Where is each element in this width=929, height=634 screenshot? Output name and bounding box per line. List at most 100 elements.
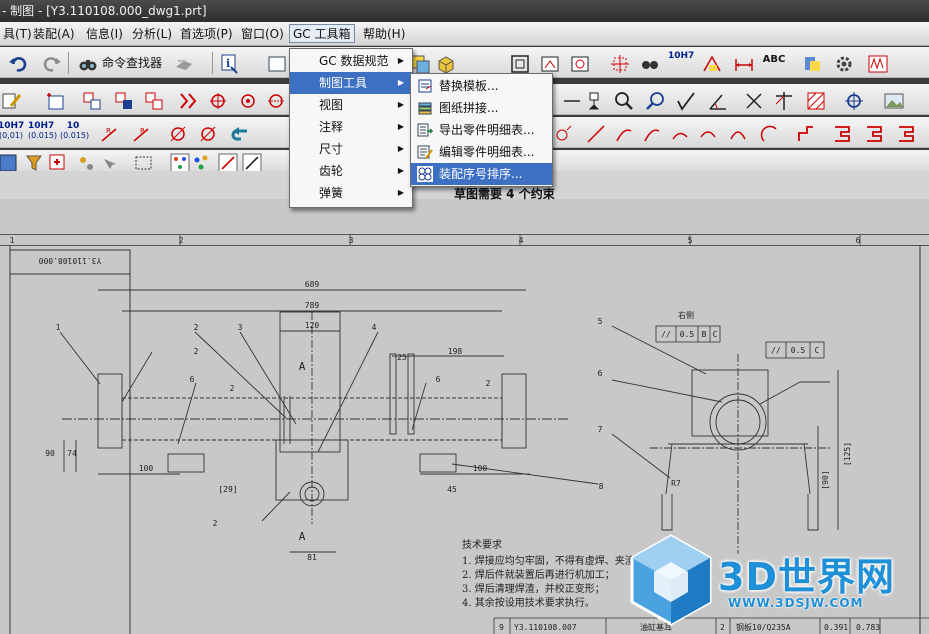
abc-label-icon[interactable]: ABC: [761, 55, 787, 77]
diameter-icon[interactable]: [166, 122, 188, 144]
gc-menu-dimension[interactable]: 尺寸 ▶: [290, 138, 412, 160]
rotate-cursor-icon[interactable]: [98, 151, 120, 173]
tolerance-label-1-icon[interactable]: 10H7 (0,01): [0, 121, 24, 145]
view-frame-icon[interactable]: [538, 52, 560, 74]
circle-center-icon[interactable]: [206, 89, 228, 111]
submenu-arrow-icon: ▶: [397, 144, 404, 153]
info-object-icon[interactable]: i: [218, 52, 240, 74]
window-title: - 制图 - [Y3.110108.000_dwg1.prt]: [2, 4, 207, 18]
arc-dimension-3-icon[interactable]: [668, 122, 690, 144]
menu-analysis[interactable]: 分析(L): [129, 25, 175, 44]
fit-label-icon[interactable]: 10H7: [668, 51, 694, 75]
radius-leader-icon[interactable]: R: [130, 122, 152, 144]
title-row-material: 钢板10/Q235A: [736, 622, 791, 632]
symmetric-center-icon[interactable]: [264, 89, 286, 111]
datum-feature-icon[interactable]: [582, 89, 604, 111]
arc-dimension-2-icon[interactable]: [640, 122, 662, 144]
section-frame-icon[interactable]: [568, 52, 590, 74]
menu-window[interactable]: 窗口(O): [238, 25, 287, 44]
ordinate-dimension-3-icon[interactable]: [862, 122, 884, 144]
dim-74: 74: [67, 449, 77, 458]
diameter-leader-icon[interactable]: [196, 122, 218, 144]
end-point-icon[interactable]: [216, 151, 238, 173]
submenu-replace-template[interactable]: 替换模板...: [411, 75, 552, 97]
submenu-balloon-sort-label: 装配序号排序...: [439, 167, 523, 181]
undo-icon[interactable]: [6, 52, 28, 74]
centerline-icon[interactable]: [608, 52, 630, 74]
menu-assemblies[interactable]: 装配(A): [30, 25, 78, 44]
gc-menu-gear[interactable]: 齿轮 ▶: [290, 160, 412, 182]
submenu-balloon-sort[interactable]: 装配序号排序...: [411, 163, 552, 185]
snap-grid-icon[interactable]: [168, 151, 190, 173]
select-mode-icon[interactable]: [0, 151, 18, 173]
mid-point-icon[interactable]: [240, 151, 262, 173]
balloon-8: 8: [599, 482, 604, 491]
target-point-icon[interactable]: [842, 89, 864, 111]
gear-icon[interactable]: [832, 52, 854, 74]
gc-menu-drafting-tools[interactable]: 制图工具 ▶: [290, 72, 412, 94]
gc-menu-spring[interactable]: 弹簧 ▶: [290, 182, 412, 204]
menu-help[interactable]: 帮助(H): [360, 25, 408, 44]
submenu-edit-parts-list[interactable]: 编辑零件明细表...: [411, 141, 552, 163]
fillet-dimension-icon[interactable]: [552, 122, 574, 144]
drawing-view-icon[interactable]: [265, 52, 287, 74]
smart-select-icon[interactable]: [172, 52, 194, 74]
bolt-circle-icon[interactable]: [236, 89, 258, 111]
edit-note-icon[interactable]: [0, 89, 22, 111]
submenu-export-parts-list[interactable]: 导出零件明细表...: [411, 119, 552, 141]
ordinate-dimension-2-icon[interactable]: [830, 122, 852, 144]
dimension-linear-icon[interactable]: [732, 52, 754, 74]
menu-gc-toolbox[interactable]: GC 工具箱: [289, 24, 355, 43]
selection-scope-icon[interactable]: [46, 151, 68, 173]
intersection-symbol-icon[interactable]: [772, 89, 794, 111]
gc-menu-data-standard[interactable]: GC 数据规范 ▶: [290, 50, 412, 72]
break-view-icon[interactable]: [176, 89, 198, 111]
dim-789: 789: [305, 301, 320, 310]
menu-information[interactable]: 信息(I): [83, 25, 126, 44]
hatch-icon[interactable]: [804, 89, 826, 111]
zoom-icon[interactable]: [612, 89, 634, 111]
datum-target-icon[interactable]: [560, 89, 582, 111]
menu-preferences[interactable]: 首选项(P): [177, 25, 236, 44]
submenu-sheet-join[interactable]: 图纸拼接...: [411, 97, 552, 119]
image-icon[interactable]: [882, 89, 904, 111]
filter-icon[interactable]: [22, 151, 44, 173]
weld-label-2d: 2: [213, 519, 218, 528]
chamfer-dimension-icon[interactable]: [584, 122, 606, 144]
feature-search-icon[interactable]: [644, 89, 666, 111]
arc-dimension-1-icon[interactable]: [612, 122, 634, 144]
gc-menu-annotation[interactable]: 注释 ▶: [290, 116, 412, 138]
binoculars-icon[interactable]: [76, 52, 98, 74]
arc-dimension-4-icon[interactable]: [696, 122, 718, 144]
drawing-sheet[interactable]: 1 2 3 4 5 6 Y3.110108.000 689 789 120 19…: [0, 234, 929, 634]
view-cube-icon[interactable]: [434, 52, 456, 74]
surface-finish-icon[interactable]: [674, 89, 696, 111]
gc-menu-view[interactable]: 视图 ▶: [290, 94, 412, 116]
tolerance-label-3-icon[interactable]: 10 (0.015): [60, 121, 89, 145]
ordinate-dimension-1-icon[interactable]: [794, 122, 816, 144]
radius-dimension-icon[interactable]: R: [98, 122, 120, 144]
spring-icon[interactable]: [866, 52, 888, 74]
return-arrow-icon[interactable]: [228, 122, 250, 144]
arc-dimension-6-icon[interactable]: [758, 122, 780, 144]
tolerance-label-2-icon[interactable]: 10H7 (0.015): [28, 121, 57, 145]
cross-icon[interactable]: [742, 89, 764, 111]
side-view-label: 右侧: [678, 310, 694, 320]
gdt-symbol-icon[interactable]: [700, 52, 722, 74]
ordinate-dimension-4-icon[interactable]: [894, 122, 916, 144]
sheet-frame-icon[interactable]: [508, 52, 530, 74]
symbol-library-icon[interactable]: [800, 52, 822, 74]
snap-multi-icon[interactable]: [190, 151, 212, 173]
graphics-window[interactable]: 草图需要 4 个约束 1 2 3 4 5 6 Y3.110108.000 689…: [0, 171, 929, 634]
redo-icon[interactable]: [40, 52, 62, 74]
arc-dimension-5-icon[interactable]: [726, 122, 748, 144]
snap-point-icon[interactable]: [74, 151, 96, 173]
base-view-icon[interactable]: [44, 89, 66, 111]
command-finder-label[interactable]: 命令查找器: [102, 54, 162, 71]
detail-view-icon[interactable]: [112, 89, 134, 111]
section-view-icon[interactable]: [142, 89, 164, 111]
rectangle-select-icon[interactable]: [132, 151, 154, 173]
projected-view-icon[interactable]: [80, 89, 102, 111]
angle-dimension-icon[interactable]: [706, 89, 728, 111]
datum-binoculars-icon[interactable]: [638, 52, 660, 74]
